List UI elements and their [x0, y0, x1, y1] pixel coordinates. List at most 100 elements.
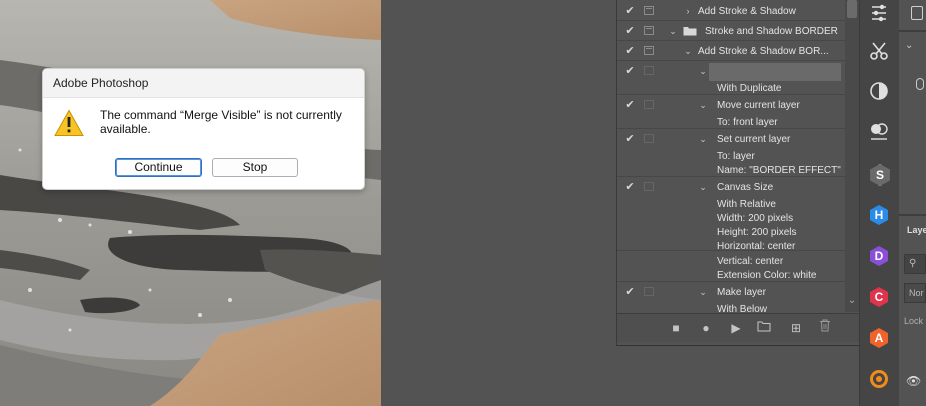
chevron-right-icon[interactable]: ›	[683, 3, 693, 20]
row-separator	[617, 128, 845, 129]
action-label: Canvas Size	[717, 182, 774, 193]
plugin-a-letter: A	[870, 328, 888, 348]
action-step[interactable]: ✔ ⌄ Stroke and Shadow BORDER	[617, 23, 845, 40]
scroll-thumb[interactable]	[847, 0, 857, 18]
dialog-title: Adobe Photoshop	[53, 76, 149, 90]
beach-photo	[0, 0, 381, 406]
eye-visibility-icon[interactable]: 👁	[906, 374, 921, 388]
record-button[interactable]: ●	[697, 319, 715, 337]
chevron-down-icon[interactable]: ⌄	[698, 131, 708, 148]
action-label: Add Stroke & Shadow BOR...	[698, 46, 829, 57]
dialog-toggle-icon[interactable]	[644, 287, 654, 296]
toggle-check-icon[interactable]: ✔	[623, 43, 637, 60]
plugin-c-icon[interactable]: C	[866, 284, 892, 310]
plugin-h-letter: H	[870, 205, 888, 225]
workspace-background	[381, 0, 616, 406]
adjust-tool-icon[interactable]	[866, 118, 892, 144]
row-separator	[617, 94, 845, 95]
trash-icon[interactable]	[816, 319, 834, 337]
document-canvas[interactable]	[0, 0, 381, 406]
continue-button[interactable]: Continue	[115, 158, 202, 177]
row-separator	[617, 20, 845, 21]
toggle-check-icon[interactable]: ✔	[623, 97, 637, 114]
toggle-check-icon[interactable]: ✔	[623, 23, 637, 40]
action-label: Stroke and Shadow BORDER	[705, 26, 838, 37]
sliders-tool-icon[interactable]	[866, 0, 892, 26]
layer-filter-field[interactable]: ⚲	[904, 254, 926, 274]
actions-toolbar: ■ ● ▶ ⊞	[617, 313, 860, 342]
link-icon[interactable]	[916, 78, 924, 90]
play-button[interactable]: ▶	[727, 319, 745, 337]
alert-dialog: Adobe Photoshop The command “Merge Visib…	[42, 68, 365, 190]
actions-panel: ✔ › Add Stroke & Shadow ✔ ⌄ Stroke and Shadow…	[616, 0, 860, 346]
row-separator	[617, 176, 845, 177]
search-icon: ⚲	[909, 258, 917, 269]
toggle-check-icon[interactable]: ✔	[623, 63, 637, 80]
row-separator	[617, 250, 845, 251]
chevron-down-icon[interactable]: ⌄	[668, 23, 678, 40]
action-label: Make layer	[717, 287, 766, 298]
plugin-a-icon[interactable]: A	[866, 325, 892, 351]
plugin-s-letter: S	[870, 164, 890, 186]
actions-scrollbar[interactable]: ⌄	[845, 0, 859, 312]
dialog-toggle-icon[interactable]	[644, 100, 654, 109]
row-separator	[617, 40, 845, 41]
toggle-check-icon[interactable]: ✔	[623, 284, 637, 301]
action-step[interactable]: ✔ › Add Stroke & Shadow	[617, 3, 845, 20]
plugin-ring-icon[interactable]	[866, 366, 892, 392]
row-separator	[617, 60, 845, 61]
stop-button[interactable]: Stop	[212, 158, 298, 177]
action-parameter[interactable]: With Below	[617, 301, 845, 312]
warning-icon	[54, 109, 84, 137]
dialog-toggle-icon[interactable]	[644, 134, 654, 143]
dodge-tool-icon[interactable]	[866, 78, 892, 104]
toggle-check-icon[interactable]: ✔	[623, 179, 637, 196]
new-set-folder-icon[interactable]	[755, 319, 773, 337]
dialog-toggle-icon[interactable]	[644, 46, 654, 55]
plugin-tools-strip: S H D C A	[859, 0, 900, 406]
plugin-c-letter: C	[870, 287, 888, 307]
plugin-s-icon[interactable]: S	[866, 161, 892, 187]
panel-divider-2	[899, 214, 926, 216]
stop-recording-button[interactable]: ■	[667, 319, 685, 337]
dialog-toggle-icon[interactable]	[644, 182, 654, 191]
chevron-down-icon[interactable]: ⌄	[698, 284, 708, 301]
action-step[interactable]: ✔ ⌄ Add Stroke & Shadow BOR...	[617, 43, 845, 60]
chevron-down-icon[interactable]: ⌄	[905, 40, 913, 51]
action-step[interactable]: ✔ ⌄ Set current layer	[617, 131, 845, 148]
action-set-folder-icon	[683, 26, 697, 36]
new-action-button[interactable]: ⊞	[787, 319, 805, 337]
action-step[interactable]: ✔ ⌄ Move current layer	[617, 97, 845, 114]
panel-divider-1	[899, 30, 926, 32]
chevron-down-icon[interactable]: ⌄	[698, 63, 708, 80]
dialog-toggle-icon[interactable]	[644, 66, 654, 75]
dialog-toggle-icon[interactable]	[644, 26, 654, 35]
dialog-message: The command “Merge Visible” is not curre…	[100, 108, 342, 136]
layers-tab[interactable]: Laye	[907, 225, 926, 235]
blend-mode-select[interactable]: Nor	[904, 283, 926, 303]
scroll-down-icon[interactable]: ⌄	[845, 294, 859, 308]
action-label: Move current layer	[717, 100, 800, 111]
plugin-d-icon[interactable]: D	[866, 243, 892, 269]
dialog-titlebar[interactable]: Adobe Photoshop	[43, 69, 364, 98]
toggle-check-icon[interactable]: ✔	[623, 131, 637, 148]
chevron-down-icon[interactable]: ⌄	[698, 97, 708, 114]
action-label: Add Stroke & Shadow	[698, 6, 796, 17]
chevron-down-icon[interactable]: ⌄	[683, 43, 693, 60]
blend-mode-value: Nor	[909, 288, 924, 298]
selected-action-highlight	[709, 63, 841, 81]
chevron-down-icon[interactable]: ⌄	[698, 179, 708, 196]
plugin-d-letter: D	[870, 246, 888, 266]
action-step[interactable]: ✔ ⌄ Make layer	[617, 284, 845, 301]
scissors-tool-icon[interactable]	[866, 38, 892, 64]
action-label: Set current layer	[717, 134, 791, 145]
plugin-h-icon[interactable]: H	[866, 202, 892, 228]
right-panel-dock: ⌄ Laye ⚲ Nor Lock 👁	[899, 0, 926, 406]
toggle-check-icon[interactable]: ✔	[623, 3, 637, 20]
actions-list: ✔ › Add Stroke & Shadow ✔ ⌄ Stroke and Shadow…	[617, 0, 845, 312]
document-icon[interactable]	[911, 6, 923, 20]
dialog-toggle-icon[interactable]	[644, 6, 654, 15]
action-step[interactable]: ✔ ⌄ Canvas Size	[617, 179, 845, 196]
action-label: With Below	[717, 304, 768, 312]
lock-label: Lock	[904, 316, 924, 326]
